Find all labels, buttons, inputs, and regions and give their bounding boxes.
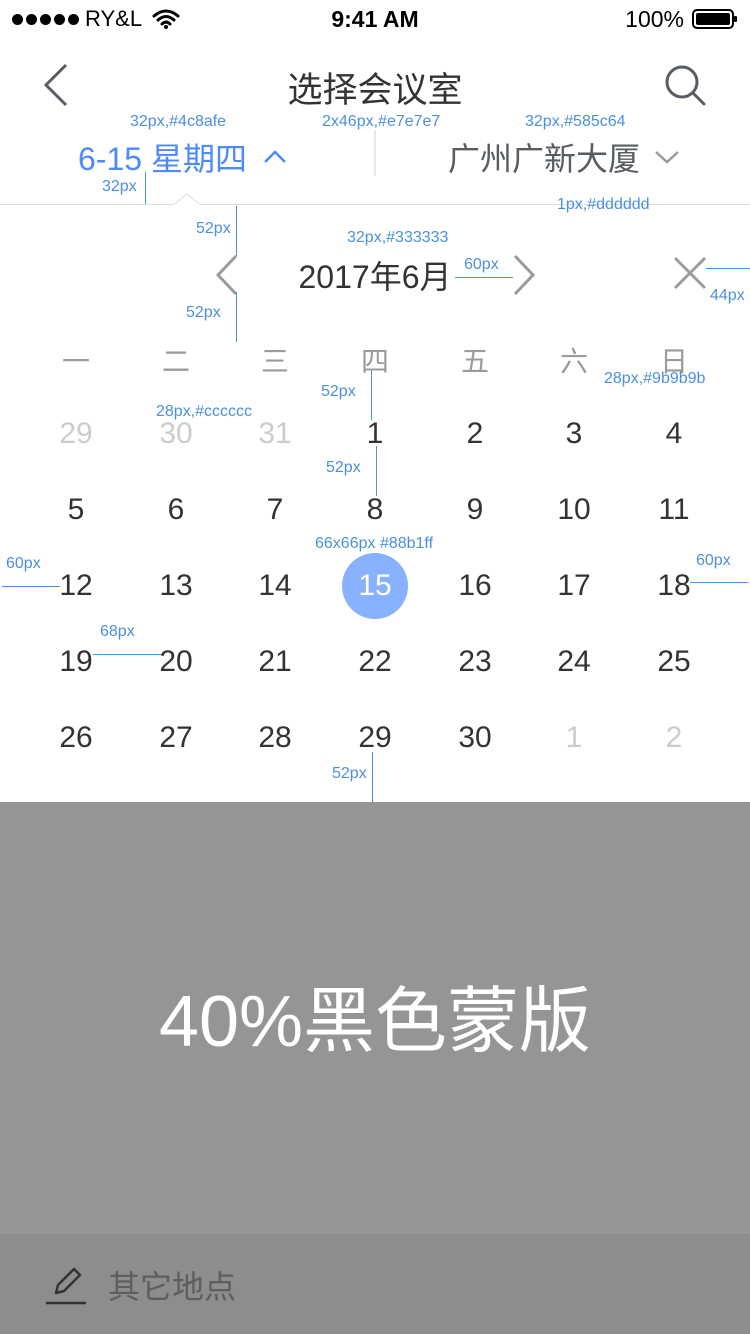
next-month-chevron-icon[interactable] [507,254,539,296]
spec-note: 52px [332,765,367,782]
spec-note: 2x46px,#e7e7e7 [322,113,441,130]
spec-note: 60px [696,552,731,569]
calendar-day[interactable]: 4 [624,401,724,467]
battery-percentage: 100% [625,6,684,32]
spec-guide [706,268,750,269]
spec-guide [145,172,146,204]
calendar-day[interactable]: 16 [425,553,525,619]
spec-note: 32px,#333333 [347,229,449,246]
overlay-label: 40%黑色蒙版 [158,982,592,1062]
spec-note: 1px,#dddddd [557,196,650,213]
calendar-day[interactable]: 1 [325,401,425,467]
calendar-day[interactable]: 27 [126,705,226,771]
calendar-day[interactable]: 8 [325,477,425,543]
calendar-day[interactable]: 29 [325,705,425,771]
weekday-label: 一 [61,346,90,377]
calendar-day[interactable]: 24 [524,629,624,695]
pencil-icon [46,1267,86,1305]
spec-guide [236,206,237,256]
calendar-day[interactable]: 7 [225,477,325,543]
spec-guide [372,752,373,802]
calendar-day[interactable]: 25 [624,629,724,695]
spec-guide [236,292,237,342]
spec-note: 32px,#585c64 [525,113,626,130]
spec-guide [2,586,60,587]
calendar-day[interactable]: 11 [624,477,724,543]
spec-note: 52px [186,304,221,321]
spec-guide [371,370,372,420]
other-location-button[interactable]: 其它地点 [46,1262,236,1308]
search-icon[interactable] [662,62,708,108]
calendar-day[interactable]: 5 [26,477,126,543]
calendar-day-selected[interactable]: 15 [325,553,425,619]
spec-note: 66x66px #88b1ff [315,535,434,552]
calendar-day[interactable]: 29 [26,401,126,467]
spec-note: 52px [196,220,231,237]
spec-guide [93,654,161,655]
calendar-day[interactable]: 10 [524,477,624,543]
calendar-day-number: 15 [358,569,392,602]
weekday-label: 五 [460,346,489,377]
calendar-day[interactable]: 1 [524,705,624,771]
spec-note: 52px [321,383,356,400]
calendar-day[interactable]: 2 [624,705,724,771]
weekday-label: 三 [260,346,289,377]
calendar-day[interactable]: 28 [225,705,325,771]
battery-icon [692,9,737,29]
calendar-day[interactable]: 6 [126,477,226,543]
spec-note: 60px [464,256,499,273]
calendar-day[interactable]: 3 [524,401,624,467]
spec-guide [455,277,513,278]
calendar-day[interactable]: 13 [126,553,226,619]
calendar-day[interactable]: 22 [325,629,425,695]
calendar-day[interactable]: 17 [524,553,624,619]
spec-note: 52px [326,459,361,476]
calendar-day[interactable]: 9 [425,477,525,543]
page-title: 选择会议室 [287,71,463,110]
calendar-day[interactable]: 20 [126,629,226,695]
spec-note: 32px,#4c8afe [130,113,227,130]
spec-guide [690,582,748,583]
spec-note: 32px [102,178,137,195]
spec-note: 60px [6,555,41,572]
spec-note: 44px [710,287,745,304]
spec-note: 28px,#cccccc [156,403,253,420]
spec-note: 68px [100,623,135,640]
calendar-day[interactable]: 14 [225,553,325,619]
calendar-day[interactable]: 23 [425,629,525,695]
date-filter-label: 6-15 星期四 [78,141,247,177]
weekday-label: 四 [360,346,389,377]
calendar-day[interactable]: 30 [425,705,525,771]
location-filter-label: 广州广新大厦 [448,141,641,177]
month-title: 2017年6月 [298,259,452,295]
date-filter-button[interactable]: 6-15 星期四 [78,134,287,180]
spec-guide [376,446,377,496]
calendar-day[interactable]: 2 [425,401,525,467]
calendar-day[interactable]: 26 [26,705,126,771]
other-location-label: 其它地点 [108,1269,237,1305]
chevron-down-icon [655,151,679,164]
filter-divider [374,130,376,176]
spec-note: 28px,#9b9b9b [604,370,706,387]
close-icon[interactable] [672,255,708,291]
prev-month-chevron-icon[interactable] [212,254,244,296]
location-filter-button[interactable]: 广州广新大厦 [448,134,680,180]
calendar-day[interactable]: 21 [225,629,325,695]
weekday-label: 二 [161,346,190,377]
chevron-up-icon [264,150,286,163]
dropdown-pointer-icon [172,193,202,207]
